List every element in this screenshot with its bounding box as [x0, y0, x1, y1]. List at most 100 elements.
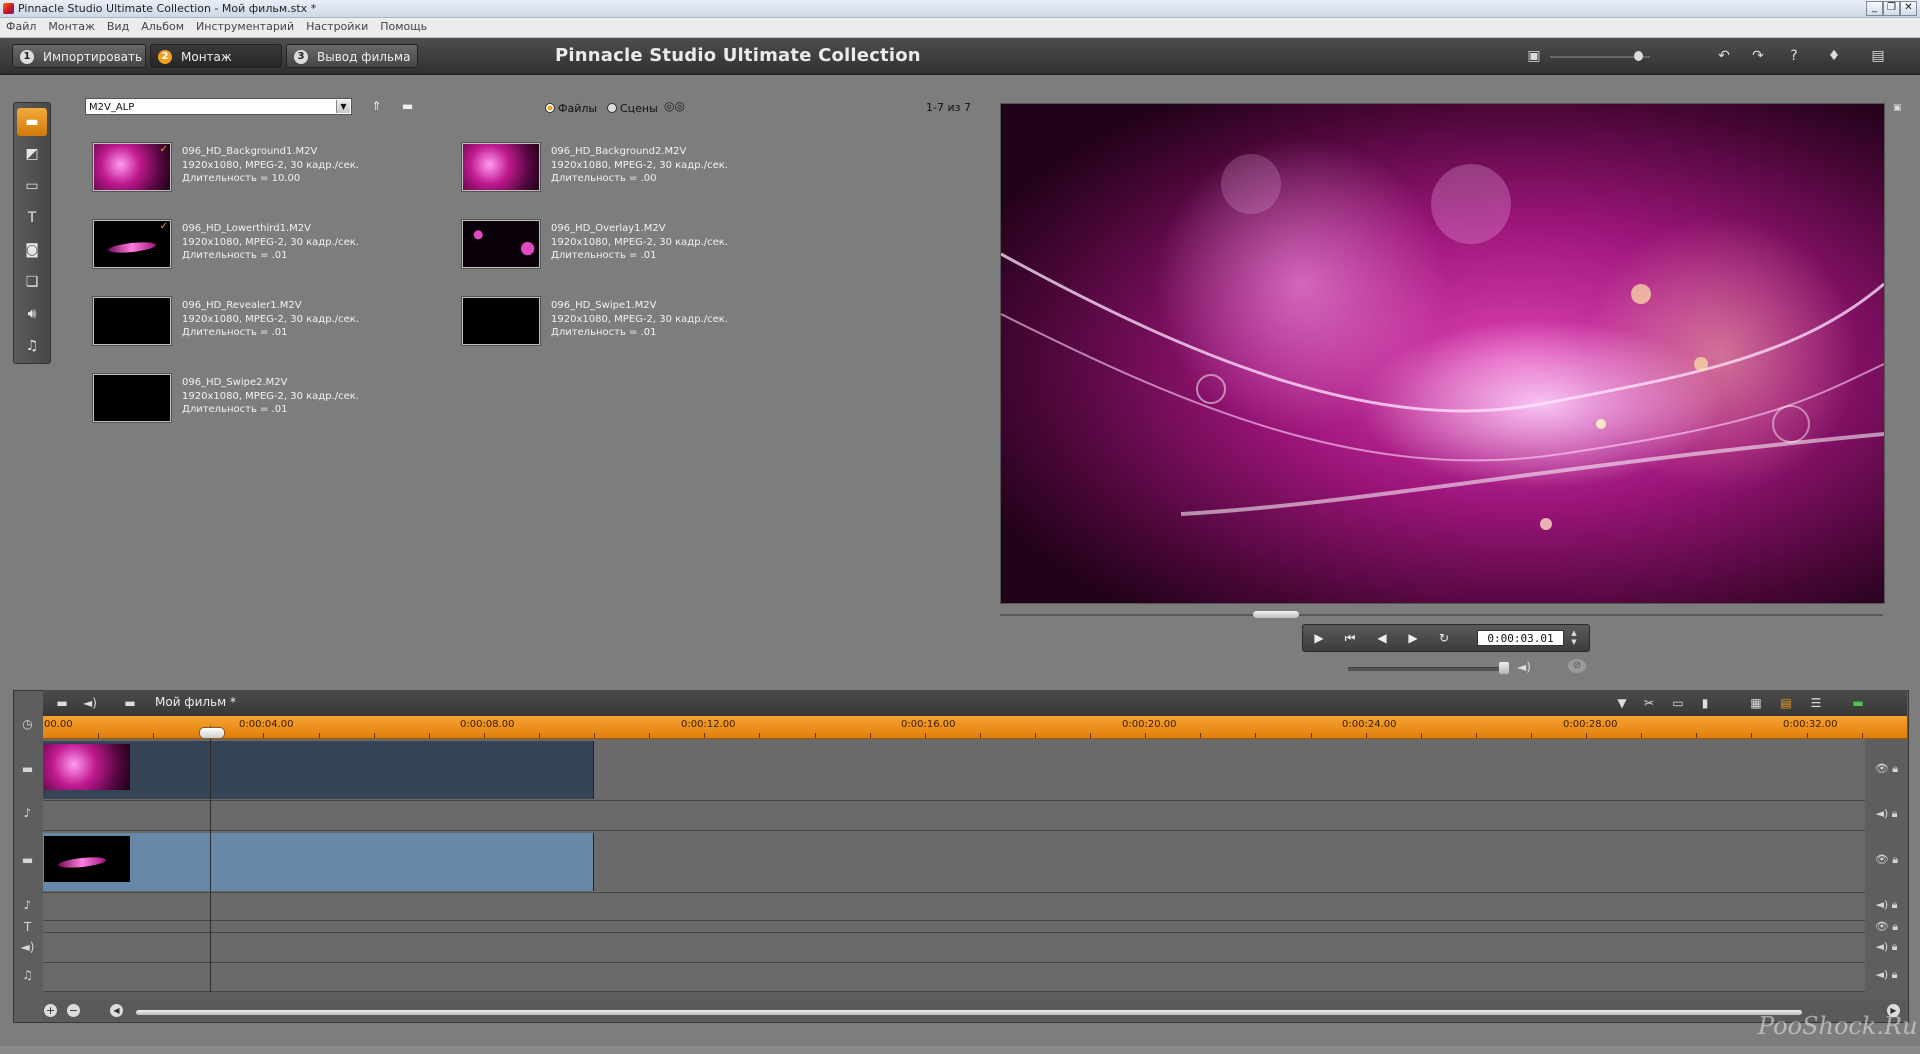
- track-mute-lock-controls[interactable]: ◄) 🔒︎: [1866, 807, 1907, 821]
- media-item[interactable]: 096_HD_Swipe1.M2V 1920x1080, MPEG-2, 30 к…: [462, 297, 802, 357]
- storyboard-view-icon[interactable]: ▦: [1747, 695, 1765, 711]
- go-to-start-icon[interactable]: ⏮: [1340, 629, 1360, 647]
- menu-settings[interactable]: Настройки: [300, 18, 374, 35]
- close-button[interactable]: ✕: [1900, 1, 1917, 16]
- media-item[interactable]: 096_HD_Background2.M2V 1920x1080, MPEG-2,…: [462, 143, 802, 203]
- track-visibility-lock-controls[interactable]: 👁︎ 🔒︎: [1866, 762, 1907, 776]
- snapshot-icon[interactable]: ▭: [1669, 695, 1687, 711]
- undo-icon[interactable]: ↶: [1716, 48, 1732, 64]
- menu-album[interactable]: Альбом: [135, 18, 190, 35]
- video-album-icon[interactable]: ▬: [17, 108, 47, 136]
- tab-edit[interactable]: 2 Монтаж: [150, 44, 282, 68]
- zoom-out-icon[interactable]: −: [67, 1004, 80, 1017]
- maximize-button[interactable]: ❐: [1883, 1, 1900, 16]
- media-item[interactable]: ✓ 096_HD_Lowerthird1.M2V 1920x1080, MPEG-…: [93, 220, 433, 280]
- sound-track-icon[interactable]: ◄): [13, 940, 42, 954]
- overlay-audio-track[interactable]: [43, 893, 1865, 921]
- track-mute-lock-controls[interactable]: ◄) 🔒︎: [1866, 968, 1907, 982]
- timeline-scrollbar[interactable]: [136, 1010, 1802, 1015]
- audio-toolbox-icon[interactable]: ◄): [81, 695, 99, 711]
- playhead-handle[interactable]: [199, 727, 225, 739]
- play-icon[interactable]: ▶: [1309, 629, 1329, 647]
- preview-mode-icon[interactable]: ⊘: [1568, 659, 1586, 673]
- overlay-track-icon[interactable]: ▬: [13, 853, 42, 867]
- track-mute-lock-controls[interactable]: ◄) 🔒︎: [1866, 940, 1907, 954]
- overlay-track[interactable]: [43, 831, 1865, 893]
- music-album-icon[interactable]: ♫: [17, 332, 47, 360]
- menu-edit[interactable]: Монтаж: [42, 18, 100, 35]
- media-thumbnail[interactable]: [462, 220, 540, 268]
- loop-icon[interactable]: ↻: [1434, 629, 1454, 647]
- volume-slider-handle[interactable]: [1499, 662, 1509, 674]
- tips-bulb-icon[interactable]: ♦: [1826, 48, 1842, 64]
- view-scenes-radio[interactable]: Сцены: [607, 102, 658, 115]
- title-track[interactable]: [43, 921, 1865, 933]
- video-clip[interactable]: [43, 741, 594, 799]
- media-thumbnail[interactable]: ✓: [93, 143, 171, 191]
- menu-view[interactable]: Вид: [101, 18, 135, 35]
- timecode-input[interactable]: 0:00:03.01: [1477, 630, 1564, 646]
- album-folder-select[interactable]: M2V_ALP ▼: [85, 98, 352, 115]
- playhead-line[interactable]: [210, 726, 211, 992]
- scroll-left-icon[interactable]: ◀: [110, 1004, 123, 1017]
- audio-track-icon[interactable]: ♪: [13, 806, 42, 820]
- track-mute-lock-controls[interactable]: ◄) 🔒︎: [1866, 898, 1907, 912]
- preview-scrubber-track[interactable]: [1000, 614, 1883, 616]
- folder-up-icon[interactable]: ⇑: [368, 99, 385, 114]
- zoom-in-icon[interactable]: +: [44, 1004, 57, 1017]
- media-item[interactable]: 096_HD_Overlay1.M2V 1920x1080, MPEG-2, 30…: [462, 220, 802, 280]
- help-icon[interactable]: ?: [1786, 48, 1802, 64]
- sound-effects-album-icon[interactable]: 🔊︎: [17, 300, 47, 328]
- view-files-radio[interactable]: Файлы: [545, 102, 597, 115]
- music-track-icon[interactable]: ♫: [13, 968, 42, 982]
- speaker-icon[interactable]: ◄): [1517, 660, 1531, 674]
- redo-icon[interactable]: ↷: [1750, 48, 1766, 64]
- media-thumbnail[interactable]: [462, 143, 540, 191]
- folder-open-icon[interactable]: ▬: [399, 99, 416, 114]
- timeline-ruler[interactable]: 00.00 0:00:04.00 0:00:08.00 0:00:12.00 0…: [43, 716, 1907, 739]
- disc-menus-album-icon[interactable]: ❏: [17, 268, 47, 296]
- video-audio-track[interactable]: [43, 801, 1865, 831]
- sound-effects-track[interactable]: [43, 933, 1865, 963]
- media-item[interactable]: 096_HD_Swipe2.M2V 1920x1080, MPEG-2, 30 к…: [93, 374, 433, 434]
- text-view-icon[interactable]: ☰: [1807, 695, 1825, 711]
- media-thumbnail[interactable]: ✓: [93, 220, 171, 268]
- titles-album-icon[interactable]: T: [17, 204, 47, 232]
- overlay-audio-icon[interactable]: ♪: [13, 898, 42, 912]
- photos-album-icon[interactable]: ◙: [17, 236, 47, 264]
- timeline-view-icon[interactable]: ▤: [1777, 695, 1795, 711]
- menu-help[interactable]: Помощь: [374, 18, 433, 35]
- tab-make-movie[interactable]: 3 Вывод фильма: [286, 44, 418, 68]
- menu-file[interactable]: Файл: [0, 18, 42, 35]
- glasses-icon[interactable]: ◎◎: [664, 99, 685, 113]
- track-visibility-lock-controls[interactable]: 👁︎ 🔒︎: [1866, 920, 1907, 934]
- media-item[interactable]: ✓ 096_HD_Background1.M2V 1920x1080, MPEG-…: [93, 143, 433, 203]
- zoom-slider-handle[interactable]: [1634, 51, 1643, 61]
- step-back-icon[interactable]: ◀: [1372, 629, 1392, 647]
- chevron-down-icon[interactable]: ▼: [336, 100, 350, 113]
- menu-toolbox[interactable]: Инструментарий: [190, 18, 300, 35]
- store-icon[interactable]: ▤: [1870, 48, 1886, 64]
- player-layout-icon[interactable]: ▣: [1893, 103, 1903, 113]
- preview-scrubber-handle[interactable]: [1253, 611, 1299, 618]
- volume-slider-track[interactable]: [1348, 667, 1508, 671]
- tab-import[interactable]: 1 Импортировать: [12, 44, 146, 68]
- timecode-spinner[interactable]: ▲ ▼: [1567, 629, 1581, 647]
- overlay-clip[interactable]: [43, 833, 594, 891]
- media-item[interactable]: 096_HD_Revealer1.M2V 1920x1080, MPEG-2, 3…: [93, 297, 433, 357]
- media-thumbnail[interactable]: [93, 297, 171, 345]
- delete-trash-icon[interactable]: ▮: [1696, 695, 1714, 711]
- media-thumbnail[interactable]: [462, 297, 540, 345]
- minimize-button[interactable]: _: [1866, 1, 1883, 16]
- themes-album-icon[interactable]: ▭: [17, 172, 47, 200]
- transitions-album-icon[interactable]: ◩: [17, 140, 47, 168]
- step-forward-icon[interactable]: ▶: [1403, 629, 1423, 647]
- music-track[interactable]: [43, 963, 1865, 992]
- project-folder-icon[interactable]: ▬: [121, 695, 139, 711]
- razor-icon[interactable]: ✂: [1640, 695, 1658, 711]
- video-track-icon[interactable]: ▬: [13, 762, 42, 776]
- media-thumbnail[interactable]: [93, 374, 171, 422]
- marker-icon[interactable]: ▼: [1613, 695, 1631, 711]
- scene-editor-icon[interactable]: ▬: [53, 695, 71, 711]
- layout-toggle-icon[interactable]: ▣: [1526, 48, 1542, 64]
